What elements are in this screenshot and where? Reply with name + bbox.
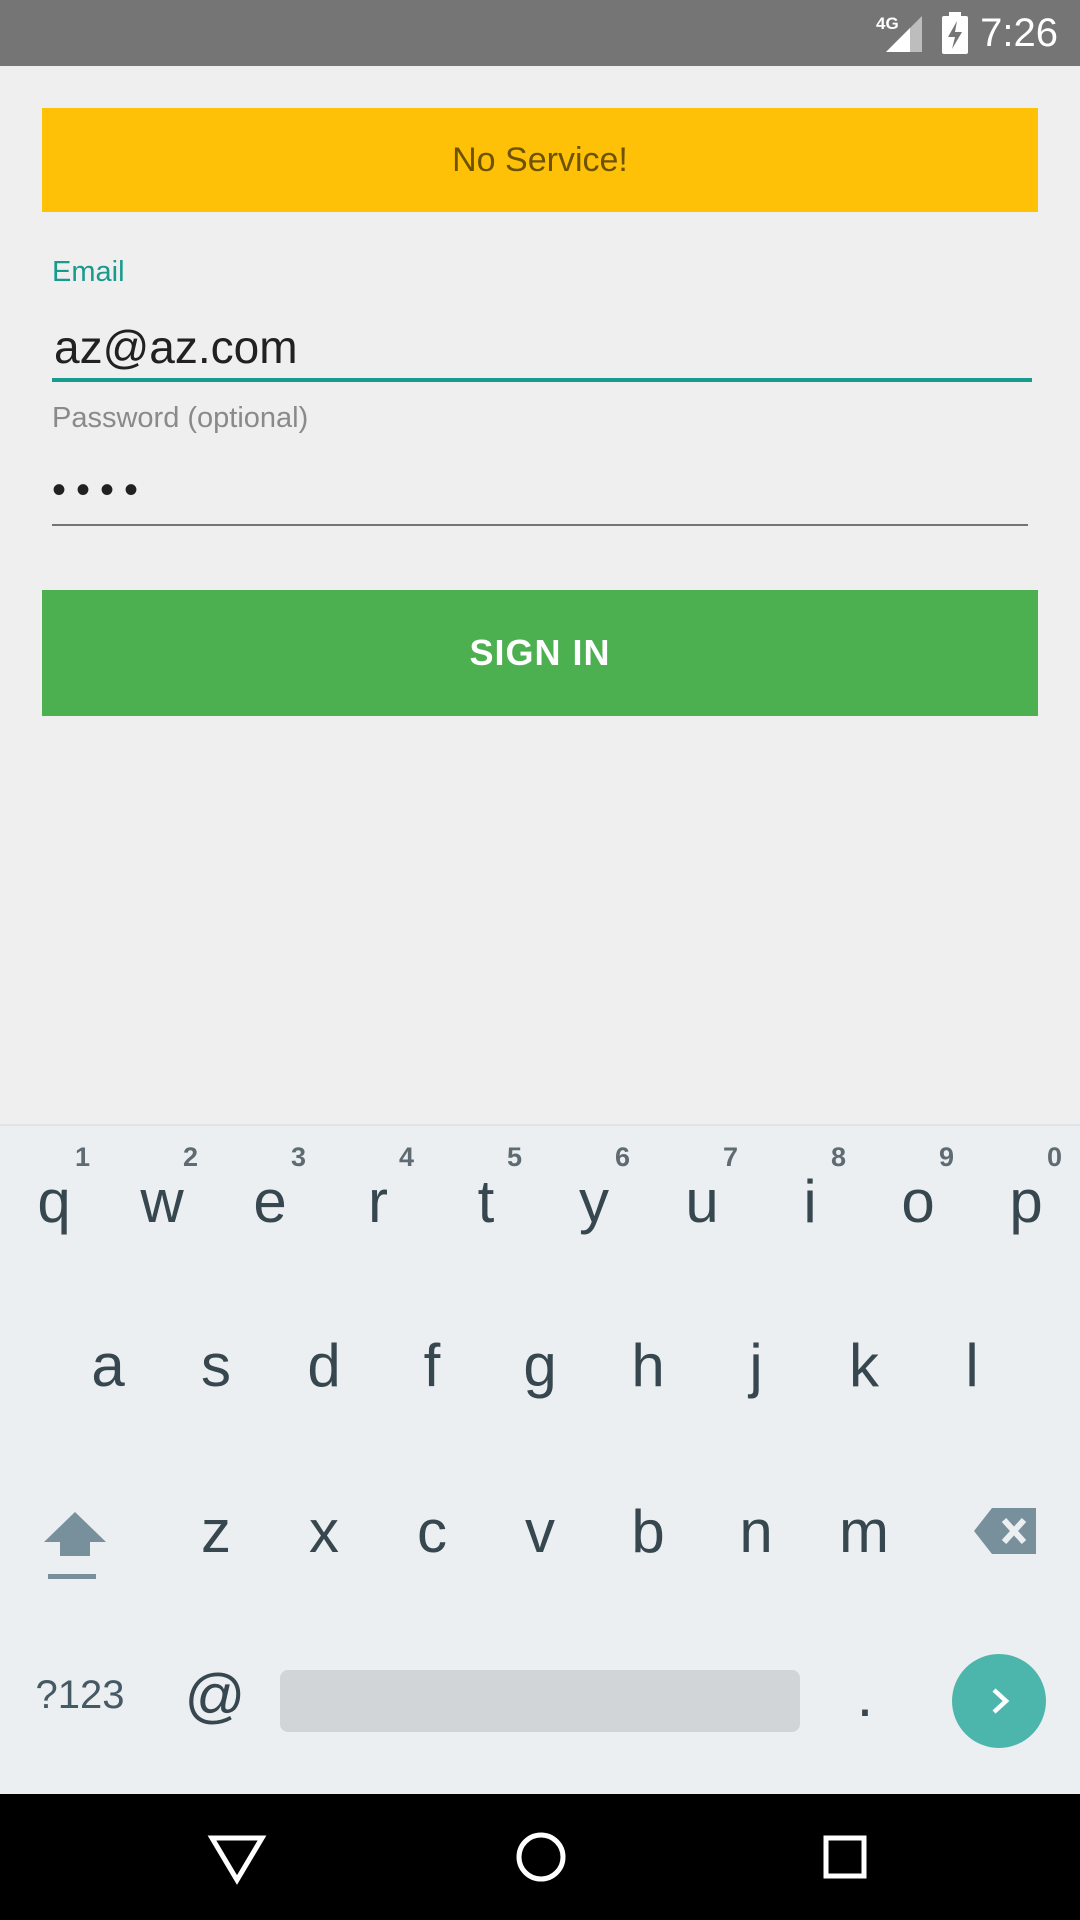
key-label: z	[201, 1497, 231, 1565]
key-label: j	[749, 1331, 763, 1399]
next-arrow-icon	[992, 1688, 1010, 1714]
key-label: e	[253, 1167, 287, 1235]
at-key[interactable]: @	[160, 1620, 270, 1770]
key-q[interactable]: q1	[0, 1126, 108, 1276]
battery-charging-icon	[942, 12, 968, 54]
key-label: n	[739, 1497, 773, 1565]
space-key[interactable]	[280, 1670, 800, 1732]
key-label: q	[37, 1167, 71, 1235]
next-key[interactable]	[952, 1654, 1046, 1748]
recents-icon[interactable]	[814, 1826, 876, 1888]
key-label: h	[631, 1331, 665, 1399]
key-label: y	[579, 1167, 609, 1235]
key-v[interactable]: v	[486, 1456, 594, 1606]
key-u[interactable]: u7	[648, 1126, 756, 1276]
key-y[interactable]: y6	[540, 1126, 648, 1276]
key-hint: 1	[74, 1142, 90, 1172]
key-label: u	[685, 1167, 719, 1235]
key-o[interactable]: o9	[864, 1126, 972, 1276]
key-label: v	[525, 1497, 555, 1565]
key-j[interactable]: j	[702, 1290, 810, 1440]
key-g[interactable]: g	[486, 1290, 594, 1440]
key-r[interactable]: r4	[324, 1126, 432, 1276]
password-masked-value: ••••	[52, 468, 149, 512]
key-p[interactable]: p0	[972, 1126, 1080, 1276]
key-label: w	[140, 1167, 184, 1235]
home-icon[interactable]	[510, 1826, 572, 1888]
key-label: d	[307, 1331, 341, 1399]
key-hint: 3	[290, 1142, 306, 1172]
key-label: r	[368, 1167, 388, 1235]
shift-icon	[44, 1512, 106, 1579]
password-field[interactable]	[52, 460, 1028, 526]
key-label: b	[631, 1497, 665, 1565]
backspace-icon	[974, 1508, 1036, 1554]
key-h[interactable]: h	[594, 1290, 702, 1440]
key-hint: 8	[830, 1142, 846, 1172]
key-x[interactable]: x	[270, 1456, 378, 1606]
backspace-key[interactable]	[950, 1456, 1060, 1606]
back-icon[interactable]	[206, 1826, 268, 1888]
key-i[interactable]: i8	[756, 1126, 864, 1276]
key-hint: 9	[938, 1142, 954, 1172]
sign-in-button[interactable]: SIGN IN	[42, 590, 1038, 716]
key-hint: 5	[506, 1142, 522, 1172]
key-hint: 0	[1046, 1142, 1062, 1172]
key-k[interactable]: k	[810, 1290, 918, 1440]
key-label: g	[523, 1331, 557, 1399]
key-label: k	[849, 1331, 879, 1399]
key-hint: 4	[398, 1142, 414, 1172]
key-label: f	[423, 1331, 441, 1399]
symbols-key[interactable]: ?123	[20, 1620, 140, 1770]
key-b[interactable]: b	[594, 1456, 702, 1606]
key-n[interactable]: n	[702, 1456, 810, 1606]
soft-keyboard: q1w2e3r4t5y6u7i8o9p0 asdfghjkl zxcvbnm ?…	[0, 1124, 1080, 1796]
password-label: Password (optional)	[52, 402, 309, 434]
key-label: x	[309, 1497, 339, 1565]
key-a[interactable]: a	[54, 1290, 162, 1440]
key-label: m	[839, 1497, 889, 1565]
key-d[interactable]: d	[270, 1290, 378, 1440]
key-hint: 7	[722, 1142, 738, 1172]
period-key[interactable]: .	[810, 1620, 920, 1770]
clock: 7:26	[980, 11, 1058, 55]
signal-icon	[886, 16, 922, 52]
key-hint: 2	[182, 1142, 198, 1172]
key-s[interactable]: s	[162, 1290, 270, 1440]
key-label: c	[417, 1497, 447, 1565]
key-label: s	[201, 1331, 231, 1399]
key-label: i	[803, 1167, 817, 1235]
key-f[interactable]: f	[378, 1290, 486, 1440]
shift-key[interactable]	[20, 1456, 130, 1606]
email-label: Email	[52, 256, 125, 288]
key-label: l	[965, 1331, 979, 1399]
key-z[interactable]: z	[162, 1456, 270, 1606]
key-e[interactable]: e3	[216, 1126, 324, 1276]
key-l[interactable]: l	[918, 1290, 1026, 1440]
email-field[interactable]	[52, 316, 1032, 382]
key-label: t	[477, 1167, 495, 1235]
key-label: p	[1009, 1167, 1043, 1235]
key-c[interactable]: c	[378, 1456, 486, 1606]
key-w[interactable]: w2	[108, 1126, 216, 1276]
status-bar: 4G 7:26	[0, 0, 1080, 66]
key-hint: 6	[614, 1142, 630, 1172]
key-m[interactable]: m	[810, 1456, 918, 1606]
key-label: a	[91, 1331, 125, 1399]
navigation-bar	[0, 1794, 1080, 1920]
key-label: o	[901, 1167, 935, 1235]
key-t[interactable]: t5	[432, 1126, 540, 1276]
no-service-banner: No Service!	[42, 108, 1038, 212]
